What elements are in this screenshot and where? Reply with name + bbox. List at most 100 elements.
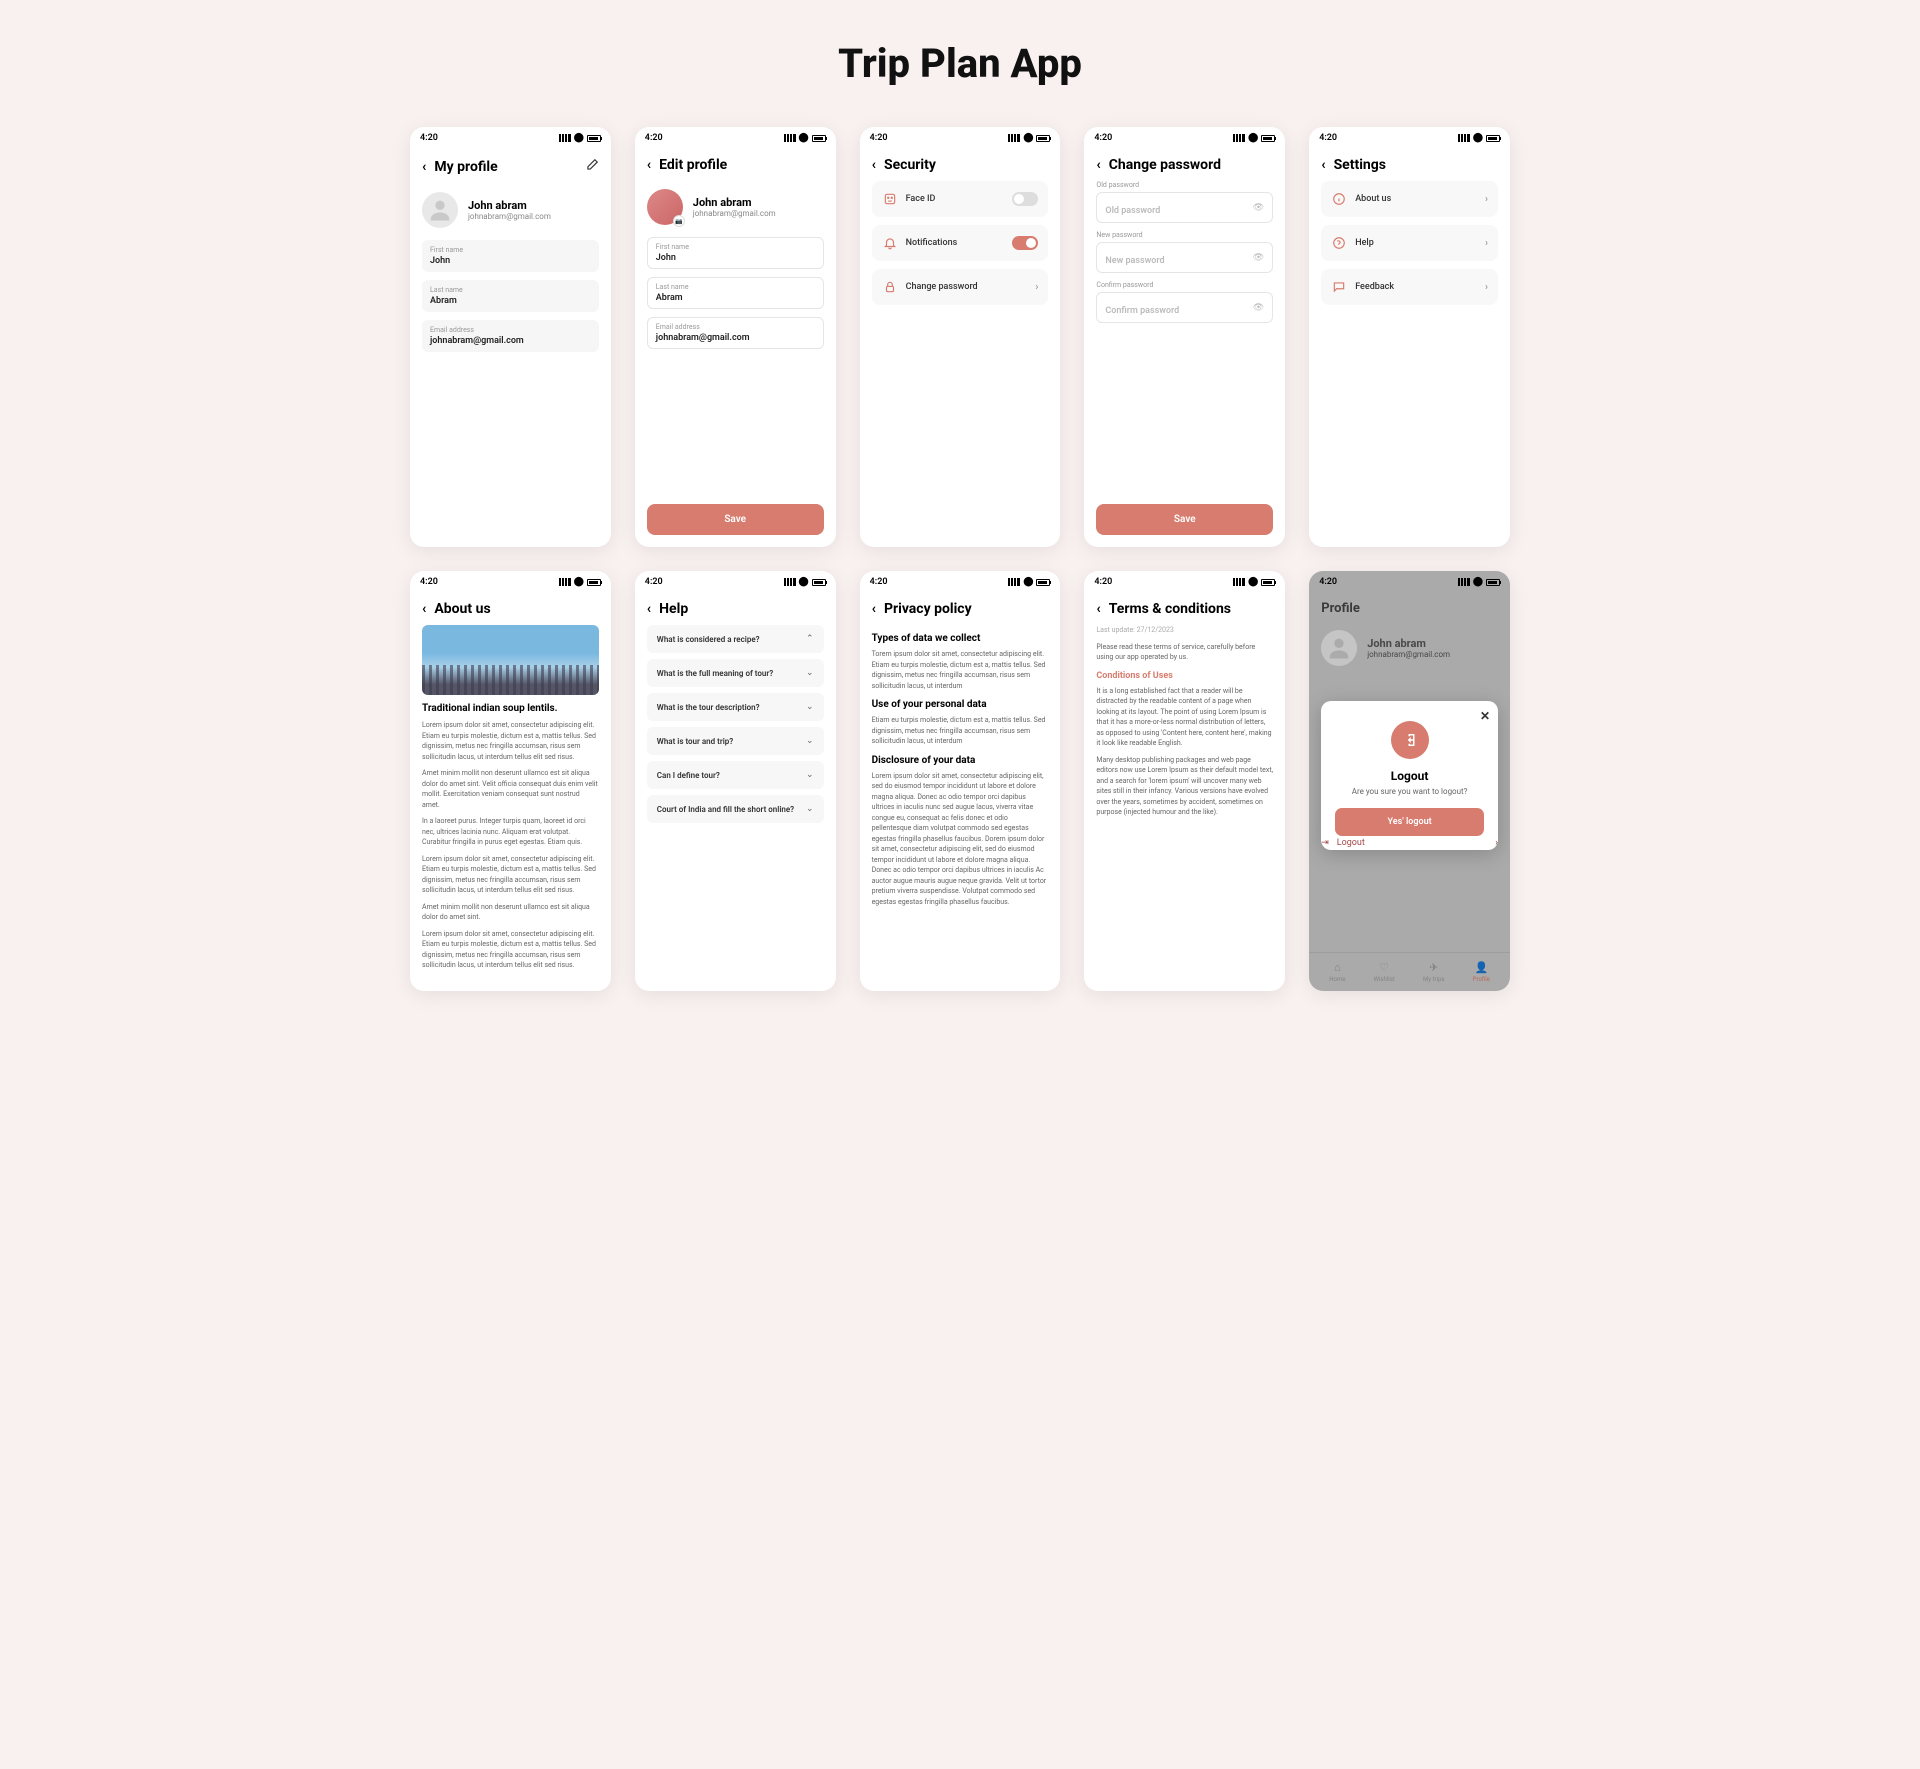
tabbar: ⌂Home ♡Wishlist ✈My trips 👤Profile	[1309, 952, 1510, 991]
save-button[interactable]: Save	[647, 504, 824, 535]
about-p5: Amet minim mollit non deserunt ullamco e…	[422, 902, 599, 923]
time: 4:20	[420, 133, 438, 143]
screen-title: Security	[884, 157, 1048, 173]
eye-icon[interactable]: 👁	[1253, 203, 1264, 213]
back-icon[interactable]: ‹	[1321, 157, 1325, 173]
tab-wishlist[interactable]: ♡Wishlist	[1374, 961, 1395, 983]
back-icon[interactable]: ‹	[422, 159, 426, 175]
avatar[interactable]: 📷	[647, 189, 683, 225]
tab-trips[interactable]: ✈My trips	[1423, 961, 1445, 983]
chevron-right-icon: ›	[1035, 282, 1038, 293]
input-confirm-password[interactable]: Confirm password 👁	[1096, 292, 1273, 323]
chevron-down-icon: ⌄	[806, 770, 814, 780]
modal-subtitle: Are you sure you want to logout?	[1335, 787, 1484, 796]
face-id-icon	[882, 191, 898, 207]
screen-edit-profile: 4:20⬤ ‹ Edit profile 📷 John abram johnab…	[635, 127, 836, 547]
screen-title: About us	[434, 601, 598, 617]
help-icon	[1331, 235, 1347, 251]
row-face-id[interactable]: Face ID	[872, 181, 1049, 217]
camera-icon[interactable]: 📷	[673, 215, 685, 227]
screen-help: 4:20⬤ ‹ Help What is considered a recipe…	[635, 571, 836, 991]
field-email: Email address johnabram@gmail.com	[422, 320, 599, 352]
back-icon[interactable]: ‹	[647, 601, 651, 617]
profile-summary: John abram johnabram@gmail.com	[422, 192, 599, 228]
avatar	[422, 192, 458, 228]
faq-item-6[interactable]: Court of India and fill the short online…	[647, 795, 824, 823]
about-heading: Traditional indian soup lentils.	[422, 703, 599, 714]
profile-name: John abram	[468, 199, 551, 212]
about-image	[422, 625, 599, 695]
tab-profile[interactable]: 👤Profile	[1473, 961, 1490, 983]
faq-item-5[interactable]: Can I define tour?⌄	[647, 761, 824, 789]
page-title: Trip Plan App	[40, 40, 1880, 87]
bell-icon	[882, 235, 898, 251]
chat-icon	[1331, 279, 1347, 295]
back-icon[interactable]: ‹	[647, 157, 651, 173]
about-p3: In a laoreet purus. Integer turpis quam,…	[422, 816, 599, 848]
back-icon[interactable]: ‹	[422, 601, 426, 617]
profile-header: Profile	[1309, 593, 1510, 624]
input-new-password[interactable]: New password 👁	[1096, 242, 1273, 273]
screen-logout: 4:20⬤ Profile John abram johnabram@gmail…	[1309, 571, 1510, 991]
about-p1: Lorem ipsum dolor sit amet, consectetur …	[422, 720, 599, 762]
faq-item-4[interactable]: What is tour and trip?⌄	[647, 727, 824, 755]
row-logout[interactable]: ⇥ Logout ›	[1309, 828, 1510, 858]
field-first-name: First name John	[422, 240, 599, 272]
profile-email: johnabram@gmail.com	[468, 212, 551, 221]
screen-security: 4:20⬤ ‹ Security Face ID Notifications C…	[860, 127, 1061, 547]
edit-icon[interactable]	[585, 157, 599, 176]
privacy-h2: Use of your personal data	[872, 699, 1049, 710]
screen-settings: 4:20⬤ ‹ Settings About us › Help › Feedb…	[1309, 127, 1510, 547]
modal-title: Logout	[1335, 769, 1484, 783]
last-update: Last update: 27/12/2023	[1096, 625, 1273, 636]
faq-item-3[interactable]: What is the tour description?⌄	[647, 693, 824, 721]
chevron-down-icon: ⌄	[806, 804, 814, 814]
back-icon[interactable]: ‹	[1096, 601, 1100, 617]
logout-icon: ⇥	[1321, 838, 1329, 848]
screen-title: Privacy policy	[884, 601, 1048, 617]
back-icon[interactable]: ‹	[872, 157, 876, 173]
screen-title: Help	[659, 601, 823, 617]
screen-title: Terms & conditions	[1109, 601, 1273, 617]
input-last-name[interactable]: Last name Abram	[647, 277, 824, 309]
chevron-right-icon: ›	[1495, 838, 1498, 848]
input-first-name[interactable]: First name John	[647, 237, 824, 269]
row-about[interactable]: About us ›	[1321, 181, 1498, 217]
tab-home[interactable]: ⌂Home	[1329, 961, 1345, 983]
about-p6: Lorem ipsum dolor sit amet, consectetur …	[422, 929, 599, 971]
faq-item-2[interactable]: What is the full meaning of tour?⌄	[647, 659, 824, 687]
row-notifications[interactable]: Notifications	[872, 225, 1049, 261]
screen-title: My profile	[434, 159, 576, 175]
face-id-toggle[interactable]	[1012, 192, 1038, 206]
statusbar: 4:20 ⬤	[410, 127, 611, 149]
notifications-toggle[interactable]	[1012, 236, 1038, 250]
chevron-down-icon: ⌄	[806, 702, 814, 712]
about-p4: Lorem ipsum dolor sit amet, consectetur …	[422, 854, 599, 896]
privacy-h1: Types of data we collect	[872, 633, 1049, 644]
eye-icon[interactable]: 👁	[1253, 303, 1264, 313]
lock-icon	[882, 279, 898, 295]
screens-grid: 4:20 ⬤ ‹ My profile John abram johnabram…	[410, 127, 1510, 991]
chevron-down-icon: ⌄	[806, 736, 814, 746]
close-icon[interactable]: ✕	[1480, 709, 1490, 723]
back-icon[interactable]: ‹	[1096, 157, 1100, 173]
row-help[interactable]: Help ›	[1321, 225, 1498, 261]
screen-about: 4:20⬤ ‹ About us Traditional indian soup…	[410, 571, 611, 991]
input-email[interactable]: Email address johnabram@gmail.com	[647, 317, 824, 349]
back-icon[interactable]: ‹	[872, 601, 876, 617]
chevron-right-icon: ›	[1485, 282, 1488, 293]
statusbar: 4:20⬤	[635, 127, 836, 149]
chevron-right-icon: ›	[1485, 238, 1488, 249]
save-button[interactable]: Save	[1096, 504, 1273, 535]
logout-icon	[1391, 721, 1429, 759]
screen-change-password: 4:20⬤ ‹ Change password Old password Old…	[1084, 127, 1285, 547]
row-change-password[interactable]: Change password ›	[872, 269, 1049, 305]
faq-item-1[interactable]: What is considered a recipe?⌃	[647, 625, 824, 653]
row-feedback[interactable]: Feedback ›	[1321, 269, 1498, 305]
eye-icon[interactable]: 👁	[1253, 253, 1264, 263]
screen-title: Settings	[1334, 157, 1498, 173]
info-icon	[1331, 191, 1347, 207]
input-old-password[interactable]: Old password 👁	[1096, 192, 1273, 223]
header: ‹ My profile	[410, 149, 611, 184]
avatar	[1321, 630, 1357, 666]
